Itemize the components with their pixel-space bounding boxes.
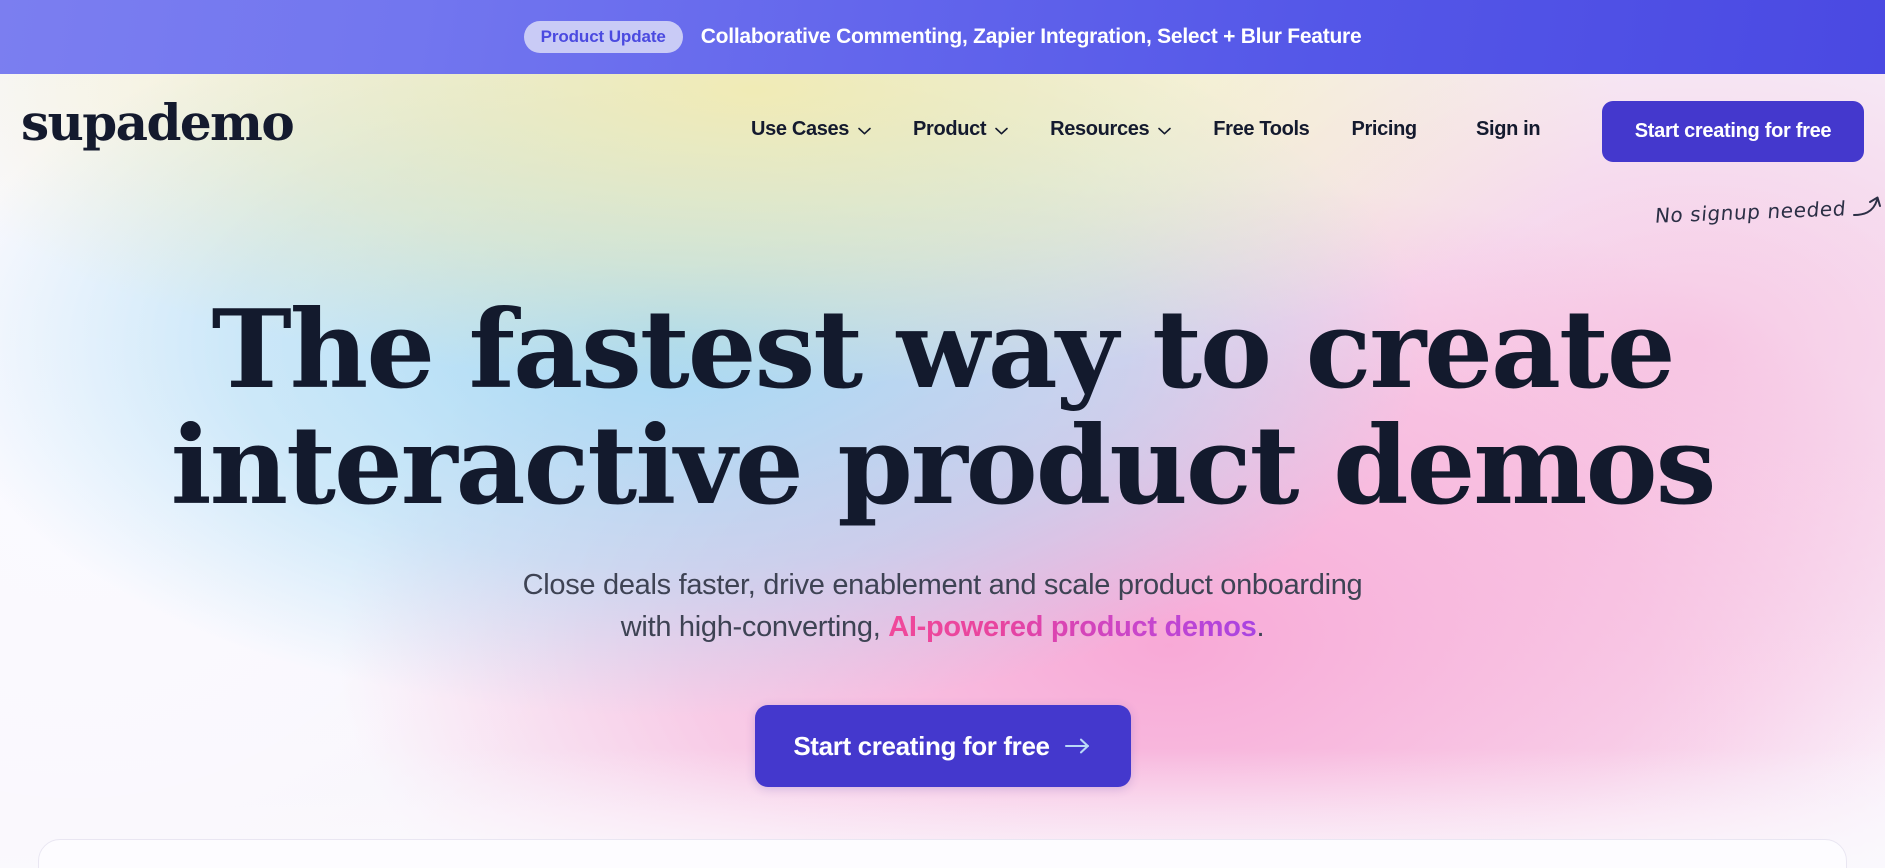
main-navigation: Use Cases Product Resources Free Tools P… xyxy=(730,108,1438,151)
logo-supademo[interactable]: supademo xyxy=(21,98,295,148)
announcement-message: Collaborative Commenting, Zapier Integra… xyxy=(700,25,1362,48)
nav-item-resources[interactable]: Resources xyxy=(1029,108,1192,151)
subheading-highlight: AI-powered product demos xyxy=(888,611,1257,644)
content-panel-top-edge xyxy=(38,839,1847,868)
hero-start-creating-button[interactable]: Start creating for free xyxy=(754,705,1131,787)
chevron-down-icon xyxy=(858,127,871,135)
hero-cta-container: Start creating for free xyxy=(0,705,1885,787)
nav-item-label: Product xyxy=(913,118,987,140)
nav-item-label: Resources xyxy=(1050,118,1150,140)
headline-line-1: The fastest way to create xyxy=(211,287,1675,413)
nav-item-free-tools[interactable]: Free Tools xyxy=(1192,108,1330,151)
arrow-right-icon xyxy=(1064,736,1092,756)
subheading-suffix: . xyxy=(1256,611,1265,644)
announcement-banner[interactable]: Product Update Collaborative Commenting,… xyxy=(0,0,1885,74)
header-start-creating-button[interactable]: Start creating for free xyxy=(1602,101,1864,162)
nav-item-pricing[interactable]: Pricing xyxy=(1330,108,1437,151)
nav-item-label: Pricing xyxy=(1351,118,1417,140)
curved-up-arrow-icon xyxy=(1852,188,1885,222)
no-signup-label: No signup needed xyxy=(1654,196,1848,228)
nav-item-label: Use Cases xyxy=(751,118,850,140)
hero-cta-label: Start creating for free xyxy=(793,730,1050,761)
subheading-line-2: with high-converting, AI-powered product… xyxy=(0,606,1885,648)
subheading-prefix: with high-converting, xyxy=(620,611,889,644)
subheading-line-1: Close deals faster, drive enablement and… xyxy=(522,569,1363,601)
sign-in-link[interactable]: Sign in xyxy=(1476,118,1541,141)
nav-item-use-cases[interactable]: Use Cases xyxy=(730,108,892,151)
announcement-badge: Product Update xyxy=(523,21,683,53)
hero-headline: The fastest way to create interactive pr… xyxy=(0,287,1885,529)
hero-subheading: Close deals faster, drive enablement and… xyxy=(0,564,1885,648)
nav-item-product[interactable]: Product xyxy=(892,108,1029,151)
chevron-down-icon xyxy=(995,127,1008,135)
headline-line-2: interactive product demos xyxy=(170,402,1717,529)
no-signup-annotation: No signup needed xyxy=(1654,188,1885,228)
chevron-down-icon xyxy=(1158,127,1172,135)
nav-item-label: Free Tools xyxy=(1213,118,1310,140)
